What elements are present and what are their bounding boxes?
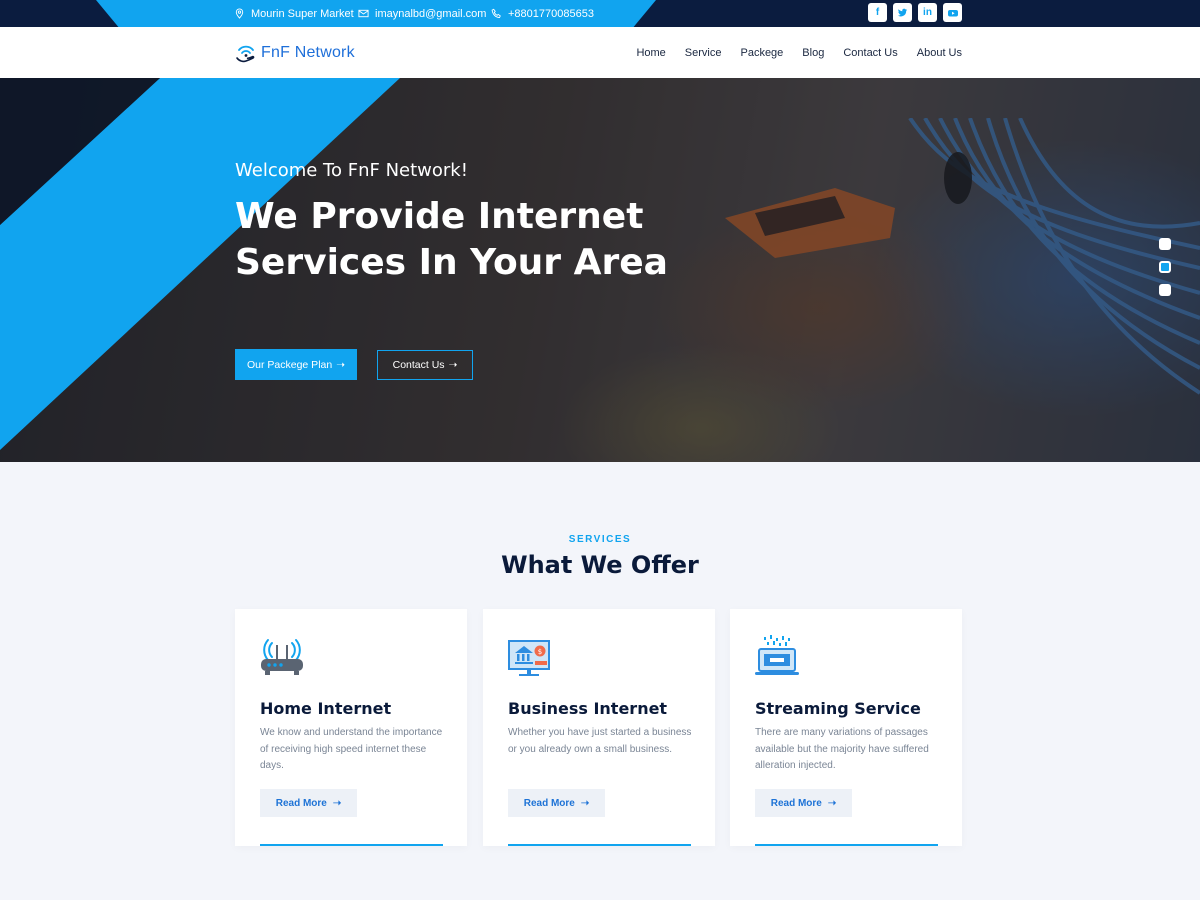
hero-welcome: Welcome To FnF Network!	[235, 160, 468, 181]
arrow-right-icon: ➝	[336, 358, 346, 371]
service-card-text: There are many variations of passages av…	[755, 727, 929, 771]
address-text: Mourin Super Market	[251, 7, 354, 20]
read-more-label: Read More	[275, 797, 327, 809]
streaming-laptop-icon	[755, 635, 799, 675]
section-title: What We Offer	[501, 551, 699, 579]
slider-dot-3[interactable]	[1159, 284, 1171, 296]
phone-info[interactable]: +8801770085653	[491, 0, 594, 27]
contact-us-label: Contact Us	[392, 359, 445, 371]
service-card-title: Home Internet	[260, 699, 392, 718]
hero-headline: We Provide Internet Services In Your Are…	[235, 196, 668, 283]
contact-us-button[interactable]: Contact Us ➝	[377, 350, 473, 380]
slider-dot-2[interactable]	[1159, 261, 1171, 273]
envelope-icon	[358, 9, 369, 18]
card-accent-bar	[755, 844, 938, 846]
main-navbar: FnF Network Home Service Packege Blog Co…	[0, 27, 1200, 78]
nav-blog[interactable]: Blog	[802, 47, 824, 59]
service-card-text: Whether you have just started a business…	[508, 727, 692, 755]
facebook-icon[interactable]: f	[868, 3, 887, 22]
read-more-label: Read More	[523, 797, 575, 809]
service-card-home-internet: Home Internet We know and understand the…	[235, 609, 467, 846]
svg-text:$: $	[538, 648, 542, 656]
arrow-right-icon: ➝	[332, 797, 342, 809]
card-accent-bar	[260, 844, 443, 846]
read-more-button[interactable]: Read More ➝	[260, 789, 357, 817]
packege-plan-button[interactable]: Our Packege Plan ➝	[235, 349, 357, 380]
location-pin-icon	[235, 8, 244, 19]
nav-home[interactable]: Home	[636, 47, 665, 59]
social-links: f in	[868, 3, 962, 22]
section-label: SERVICES	[568, 534, 632, 545]
logo-wifi-hand-icon	[236, 45, 255, 63]
service-card-title: Business Internet	[508, 699, 668, 718]
slider-dots	[1159, 238, 1171, 296]
site-logo[interactable]: FnF Network	[234, 41, 355, 65]
packege-plan-label: Our Packege Plan	[246, 358, 333, 371]
read-more-label: Read More	[770, 797, 822, 809]
nav-about-us[interactable]: About Us	[917, 47, 962, 59]
business-monitor-icon: $	[508, 640, 550, 676]
email-info[interactable]: imaynalbd@gmail.com	[358, 0, 486, 27]
card-accent-bar	[508, 844, 691, 846]
main-menu: Home Service Packege Blog Contact Us Abo…	[636, 27, 962, 78]
nav-packege[interactable]: Packege	[740, 47, 783, 59]
linkedin-icon[interactable]: in	[918, 3, 937, 22]
service-card-business-internet: $ Business Internet Whether you have jus…	[483, 609, 715, 846]
read-more-button[interactable]: Read More ➝	[755, 789, 852, 817]
address-info: Mourin Super Market	[234, 0, 354, 27]
logo-text: FnF Network	[261, 44, 355, 61]
email-text[interactable]: imaynalbd@gmail.com	[375, 8, 486, 20]
hero-slider: Welcome To FnF Network! We Provide Inter…	[0, 78, 1200, 462]
arrow-right-icon: ➝	[580, 797, 590, 809]
service-card-title: Streaming Service	[755, 699, 921, 718]
service-card-streaming-service: Streaming Service There are many variati…	[730, 609, 962, 846]
phone-text[interactable]: +8801770085653	[508, 8, 594, 20]
arrow-right-icon: ➝	[448, 359, 458, 371]
nav-service[interactable]: Service	[685, 47, 722, 59]
phone-icon	[491, 8, 501, 19]
read-more-button[interactable]: Read More ➝	[508, 789, 605, 817]
service-card-text: We know and understand the importance of…	[260, 727, 443, 771]
youtube-icon[interactable]	[943, 3, 962, 22]
router-icon	[261, 639, 303, 675]
arrow-right-icon: ➝	[827, 797, 837, 809]
slider-dot-1[interactable]	[1159, 238, 1171, 250]
nav-contact-us[interactable]: Contact Us	[843, 47, 897, 59]
twitter-icon[interactable]	[893, 3, 912, 22]
top-bar: Mourin Super Market imaynalbd@gmail.com …	[0, 0, 1200, 27]
